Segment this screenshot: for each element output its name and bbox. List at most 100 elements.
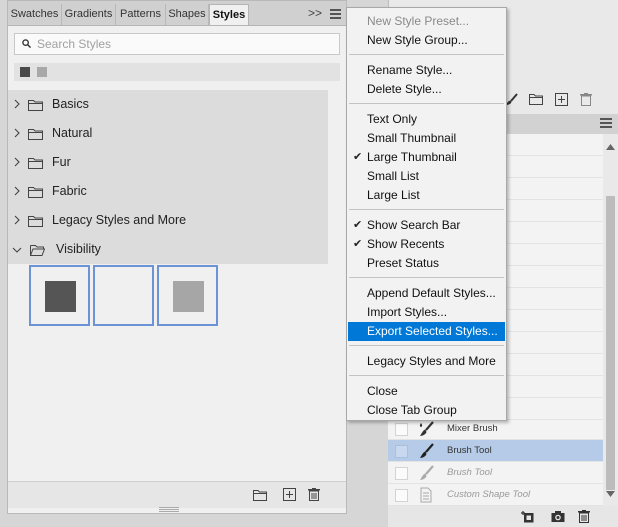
folder-icon <box>28 158 43 169</box>
brush-icon <box>420 443 434 458</box>
menu-separator <box>349 277 504 278</box>
group-label: Basics <box>52 97 89 111</box>
styles-panel-flyout-menu: New Style Preset... New Style Group... R… <box>346 7 507 421</box>
menu-item-label: Delete Style... <box>367 82 442 96</box>
tool-label: Custom Shape Tool <box>447 489 531 500</box>
scroll-down-icon[interactable] <box>606 491 615 497</box>
menu-item-label: Small List <box>367 169 420 183</box>
import-icon[interactable] <box>521 510 534 523</box>
menu-show-recents[interactable]: ✔ Show Recents <box>348 235 505 254</box>
checkbox[interactable] <box>395 445 408 458</box>
tab-gradients[interactable]: Gradients <box>62 4 116 25</box>
view-list-button[interactable] <box>37 67 47 77</box>
search-icon <box>22 39 31 48</box>
chevron-right-icon[interactable] <box>13 157 21 167</box>
search-input[interactable] <box>37 34 327 54</box>
tool-label: Brush Tool <box>447 467 493 478</box>
tab-styles[interactable]: Styles <box>209 4 249 25</box>
panel-menu-icon[interactable] <box>600 118 612 129</box>
brush-icon <box>420 465 434 480</box>
menu-close[interactable]: Close <box>348 382 505 401</box>
menu-new-style-group[interactable]: New Style Group... <box>348 31 505 50</box>
style-swatch[interactable] <box>157 265 218 326</box>
panel-bottom-bar <box>8 481 346 508</box>
chevron-right-icon[interactable] <box>13 186 21 196</box>
menu-import-styles[interactable]: Import Styles... <box>348 303 505 322</box>
menu-item-label: Append Default Styles... <box>367 286 496 300</box>
folder-open-icon <box>30 245 45 256</box>
trash-icon[interactable] <box>578 510 590 523</box>
camera-icon[interactable] <box>551 510 565 523</box>
scroll-up-icon[interactable] <box>606 144 615 150</box>
group-basics[interactable]: Basics <box>8 90 328 119</box>
chevron-right-icon[interactable] <box>13 215 21 225</box>
group-label: Natural <box>52 126 93 140</box>
menu-item-label: Close <box>367 384 398 398</box>
menu-large-thumbnail[interactable]: ✔ Large Thumbnail <box>348 148 505 167</box>
menu-separator <box>349 375 504 376</box>
new-item-icon[interactable] <box>555 93 568 106</box>
style-swatch[interactable] <box>29 265 90 326</box>
menu-legacy-styles-and-more[interactable]: Legacy Styles and More <box>348 352 505 371</box>
collapse-panel-button[interactable]: >> <box>308 4 322 22</box>
tool-row-mixer-brush[interactable]: Mixer Brush <box>388 418 603 440</box>
menu-show-search-bar[interactable]: ✔ Show Search Bar <box>348 216 505 235</box>
style-swatch[interactable] <box>93 265 154 326</box>
trash-icon[interactable] <box>308 488 320 501</box>
menu-item-label: Preset Status <box>367 256 440 270</box>
custom-shape-icon <box>420 487 432 503</box>
new-style-icon[interactable] <box>283 488 296 501</box>
menu-item-label: Large Thumbnail <box>367 150 457 164</box>
menu-rename-style[interactable]: Rename Style... <box>348 61 505 80</box>
swatch-preview <box>173 281 204 312</box>
menu-large-list[interactable]: Large List <box>348 186 505 205</box>
menu-delete-style[interactable]: Delete Style... <box>348 80 505 99</box>
menu-preset-status[interactable]: Preset Status <box>348 254 505 273</box>
chevron-right-icon[interactable] <box>13 99 21 109</box>
scrollbar-thumb[interactable] <box>606 196 615 490</box>
view-mode-row <box>14 63 340 81</box>
tab-shapes[interactable]: Shapes <box>166 4 209 25</box>
group-fabric[interactable]: Fabric <box>8 177 328 206</box>
menu-separator <box>349 103 504 104</box>
tool-row-brush-selected[interactable]: Brush Tool <box>388 440 603 462</box>
folder-icon[interactable] <box>529 93 543 105</box>
view-thumbnail-button[interactable] <box>20 67 30 77</box>
menu-text-only[interactable]: Text Only <box>348 110 505 129</box>
menu-append-default-styles[interactable]: Append Default Styles... <box>348 284 505 303</box>
search-box <box>14 33 340 55</box>
menu-item-label: Export Selected Styles... <box>367 324 498 338</box>
menu-new-style-preset[interactable]: New Style Preset... <box>348 12 505 31</box>
vertical-scrollbar[interactable] <box>603 134 618 506</box>
checkmark-icon: ✔ <box>353 151 363 163</box>
panel-menu-icon[interactable] <box>326 4 344 22</box>
group-fur[interactable]: Fur <box>8 148 328 177</box>
new-group-folder-icon[interactable] <box>253 489 267 501</box>
menu-small-thumbnail[interactable]: Small Thumbnail <box>348 129 505 148</box>
tool-row-custom-shape[interactable]: Custom Shape Tool <box>388 484 603 506</box>
menu-item-label: Import Styles... <box>367 305 448 319</box>
group-natural[interactable]: Natural <box>8 119 328 148</box>
menu-export-selected-styles[interactable]: Export Selected Styles... <box>348 322 505 341</box>
menu-small-list[interactable]: Small List <box>348 167 505 186</box>
panel-tab-bar: Swatches Gradients Patterns Shapes Style… <box>8 1 346 26</box>
chevron-down-icon[interactable] <box>12 246 22 254</box>
tab-patterns[interactable]: Patterns <box>116 4 166 25</box>
menu-close-tab-group[interactable]: Close Tab Group <box>348 401 505 420</box>
chevron-right-icon[interactable] <box>13 128 21 138</box>
trash-icon[interactable] <box>580 93 592 106</box>
checkmark-icon: ✔ <box>353 238 363 250</box>
group-visibility[interactable]: Visibility <box>8 235 328 264</box>
tab-swatches[interactable]: Swatches <box>8 4 62 25</box>
tool-row-brush[interactable]: Brush Tool <box>388 462 603 484</box>
resize-grip[interactable] <box>159 507 179 512</box>
group-legacy-styles[interactable]: Legacy Styles and More <box>8 206 328 235</box>
swatch-preview <box>45 281 76 312</box>
group-label: Visibility <box>56 242 101 256</box>
checkbox[interactable] <box>395 423 408 436</box>
checkbox[interactable] <box>395 489 408 502</box>
mixer-brush-icon <box>419 421 434 436</box>
tool-label: Brush Tool <box>447 445 492 456</box>
checkbox[interactable] <box>395 467 408 480</box>
folder-icon <box>28 129 43 140</box>
